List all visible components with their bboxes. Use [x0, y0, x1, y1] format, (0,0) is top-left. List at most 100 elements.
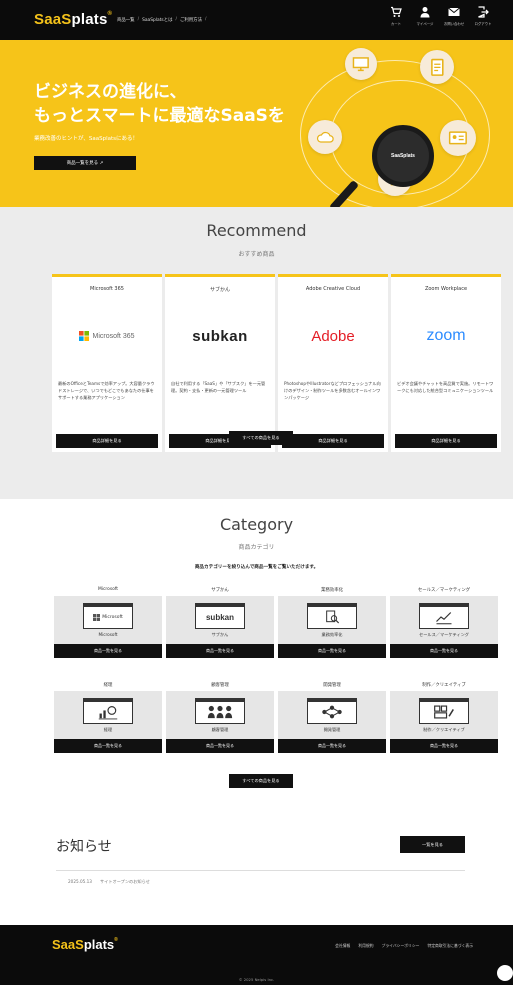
product-card-name: Microsoft 365 — [90, 286, 124, 292]
category-image[interactable]: 開発管理 — [278, 691, 386, 739]
news-title: お知らせ — [56, 839, 112, 855]
category-item: 顧客管理 顧客管理 商品一覧を見る — [166, 682, 274, 753]
nav-item-products[interactable]: 商品一覧 — [117, 17, 135, 23]
adobe-logo: Adobe — [278, 321, 388, 351]
header-logout[interactable]: ログアウト — [473, 6, 493, 26]
category-image[interactable]: Microsoft Microsoft — [54, 596, 162, 644]
category-list-button[interactable]: 商品一覧を見る — [390, 644, 498, 658]
footer-link-terms[interactable]: 利用規約 — [358, 943, 373, 949]
category-item: Microsoft Microsoft Microsoft 商品一覧を見る — [54, 587, 162, 658]
site-logo[interactable]: SaaSplats® — [34, 11, 112, 28]
global-nav: 商品一覧 / SaaSplatsとは / ご利用方法 / — [117, 17, 206, 23]
category-caption: セールス／マーケティング — [419, 631, 469, 637]
category-window-illustration — [419, 697, 469, 724]
product-card-name: Adobe Creative Cloud — [305, 286, 361, 292]
hero-products-button[interactable]: 商品一覧を見る ↗ — [34, 156, 136, 170]
hero-subtitle: 業務改善のヒントが、SaaSplatsにある！ — [34, 136, 139, 142]
news-divider — [56, 870, 465, 871]
sales-chart-icon — [436, 612, 452, 625]
product-detail-button[interactable]: 商品詳細を見る — [282, 434, 384, 448]
category-list-button[interactable]: 商品一覧を見る — [54, 644, 162, 658]
product-detail-button[interactable]: 商品詳細を見る — [395, 434, 497, 448]
category-list-button[interactable]: 商品一覧を見る — [166, 739, 274, 753]
footer-copyright: © 2025 Nelpis Inc. — [238, 977, 275, 982]
category-label: 制作／クリエイティブ — [422, 683, 466, 688]
site-header: SaaSplats® 商品一覧 / SaaSplatsとは / ご利用方法 / … — [0, 0, 513, 40]
category-list-button[interactable]: 商品一覧を見る — [390, 739, 498, 753]
category-list-button[interactable]: 商品一覧を見る — [54, 739, 162, 753]
header-icon-group: カート マイページ お問い合わせ ログアウト — [386, 6, 493, 26]
product-card-name: サブかん — [209, 287, 230, 293]
category-subtitle: 商品カテゴリ — [238, 544, 275, 551]
footer-link-commerce-law[interactable]: 特定商取引法に基づく表示 — [427, 943, 473, 949]
category-image[interactable]: subkan サブかん — [166, 596, 274, 644]
cloud-icon — [316, 131, 334, 143]
category-art-text: subkan — [205, 612, 234, 622]
category-image[interactable]: 顧客管理 — [166, 691, 274, 739]
hero-bubble — [420, 50, 454, 84]
nav-item-howto[interactable]: ご利用方法 — [180, 17, 202, 23]
all-products-button[interactable]: すべての商品を見る — [229, 431, 293, 445]
zoom-logo: zoom — [391, 321, 501, 351]
creative-icon — [434, 705, 454, 719]
product-card: Microsoft 365 Microsoft 365 最新のOfficeとTe… — [52, 274, 162, 452]
category-item: 開発管理 開発管理 商品一覧を見る — [278, 682, 386, 753]
category-item: セールス／マーケティング セールス／マーケティング 商品一覧を見る — [390, 587, 498, 658]
id-card-icon — [449, 131, 467, 145]
header-contact-label: お問い合わせ — [443, 22, 465, 26]
footer-link-privacy[interactable]: プライバシーポリシー — [382, 943, 420, 949]
news-list-button[interactable]: 一覧を見る — [400, 836, 465, 853]
category-label: サブかん — [211, 588, 229, 593]
category-caption: 経理 — [103, 726, 113, 732]
product-card-name: Zoom Workplace — [424, 286, 468, 292]
header-mypage[interactable]: マイページ — [415, 6, 435, 26]
product-card: Adobe Creative Cloud Adobe PhotoshopやIll… — [278, 274, 388, 452]
news-item[interactable]: 2025.05.13 サイトオープンのお知らせ — [68, 879, 150, 885]
footer-logo[interactable]: SaaSplats® — [52, 937, 118, 952]
header-mypage-label: マイページ — [416, 22, 434, 26]
category-image[interactable]: 経理 — [54, 691, 162, 739]
category-item: サブかん subkan サブかん 商品一覧を見る — [166, 587, 274, 658]
product-card-description: ビデオ会議やチャットを高品質で実施。リモートワークにも対応した統合型コミュニケー… — [397, 381, 494, 393]
category-caption: Microsoft — [98, 632, 118, 637]
product-card: Zoom Workplace zoom ビデオ会議やチャットを高品質で実施。リモ… — [391, 274, 501, 452]
header-cart[interactable]: カート — [386, 6, 406, 26]
category-label: 経理 — [103, 683, 113, 688]
product-card: サブかん subkan 自社で利用する「SaaS」や「サブスク」を一元管理。契約… — [165, 274, 275, 452]
category-item: 制作／クリエイティブ 制作／クリエイティブ 商品一覧を見る — [390, 682, 498, 753]
category-lead: 商品カテゴリーを絞り込んで商品一覧をご覧いただけます。 — [194, 565, 319, 570]
customers-icon — [207, 705, 233, 719]
magnifier-label: SaaSplats — [391, 153, 415, 159]
microsoft-logo-icon — [93, 614, 101, 621]
microsoft-365-logo-text: Microsoft 365 — [92, 332, 135, 340]
recommend-title: Recommend — [206, 221, 307, 240]
category-window-illustration — [419, 602, 469, 629]
category-list-button[interactable]: 商品一覧を見る — [278, 739, 386, 753]
nav-item-about[interactable]: SaaSplatsとは — [142, 17, 172, 23]
hero-banner: ビジネスの進化に、 もっとスマートに最適なSaaSを 業務改善のヒントが、Saa… — [0, 40, 513, 207]
zoom-logo-text: zoom — [426, 327, 466, 344]
footer-link-company[interactable]: 会社情報 — [335, 943, 350, 949]
category-label: 開発管理 — [323, 683, 341, 688]
nav-separator: / — [137, 17, 140, 22]
news-date: 2025.05.13 — [68, 879, 92, 884]
magnifier-icon: SaaSplats — [372, 125, 434, 187]
product-detail-button[interactable]: 商品詳細を見る — [56, 434, 158, 448]
subkan-logo-text: subkan — [192, 327, 248, 345]
category-image[interactable]: セールス／マーケティング — [390, 596, 498, 644]
product-card-description: PhotoshopやIllustratorなどプロフェッショナル向けのデザイン・… — [284, 381, 381, 400]
category-item: 経理 経理 商品一覧を見る — [54, 682, 162, 753]
category-window-illustration — [307, 602, 357, 629]
all-products-button[interactable]: すべての商品を見る — [229, 774, 293, 788]
category-image[interactable]: 制作／クリエイティブ — [390, 691, 498, 739]
chat-launcher-icon[interactable] — [497, 965, 513, 981]
category-list-button[interactable]: 商品一覧を見る — [166, 644, 274, 658]
mail-icon — [448, 7, 460, 16]
category-list-button[interactable]: 商品一覧を見る — [278, 644, 386, 658]
category-label: 業務効率化 — [321, 588, 343, 593]
category-image[interactable]: 業務効率化 — [278, 596, 386, 644]
header-contact[interactable]: お問い合わせ — [444, 6, 464, 26]
category-window-illustration — [195, 697, 245, 724]
category-caption: 制作／クリエイティブ — [423, 726, 465, 732]
cart-icon — [391, 6, 402, 17]
